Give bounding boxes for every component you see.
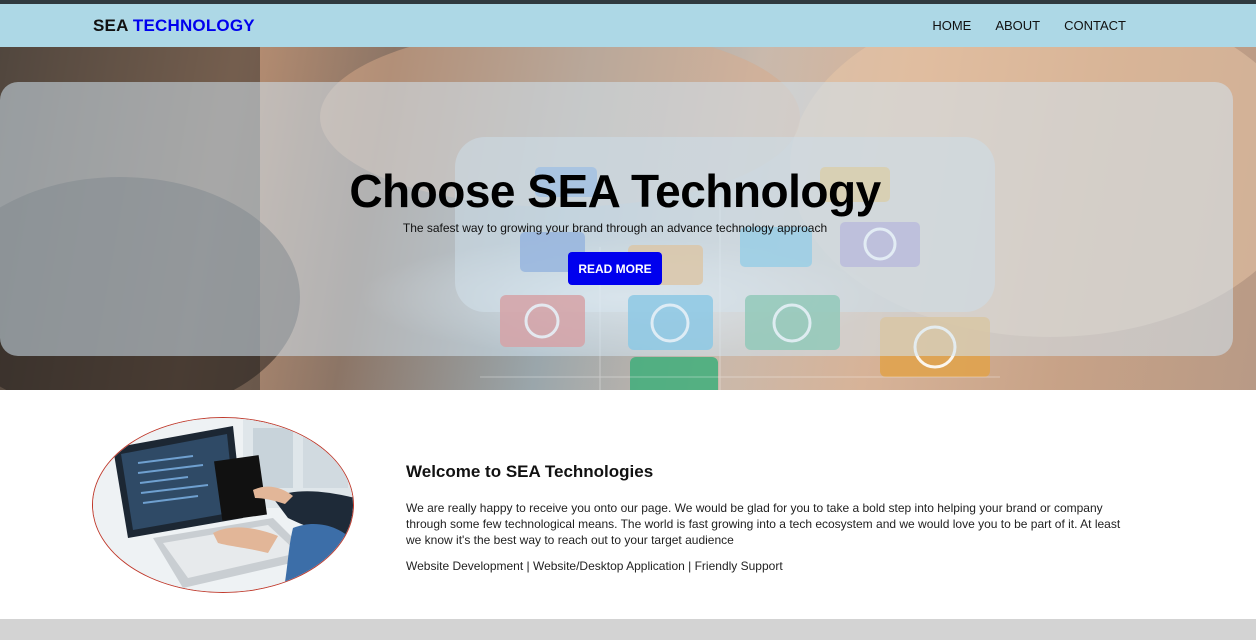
hero-overlay-panel [0,82,1233,356]
computer-workspace-illustration [93,418,353,592]
welcome-title: Welcome to SEA Technologies [406,462,654,481]
nav-contact[interactable]: CONTACT [1064,18,1126,33]
footer-bar [0,619,1256,640]
navbar: SEA TECHNOLOGY HOME ABOUT CONTACT [0,4,1256,47]
welcome-image [92,417,354,593]
main-nav: HOME ABOUT CONTACT [932,18,1126,33]
brand-part-1: SEA [93,16,128,35]
hero-section: Choose SEA Technology The safest way to … [0,47,1256,390]
hero-title: Choose SEA Technology [349,165,881,217]
nav-home[interactable]: HOME [932,18,971,33]
services-list: Website Development | Website/Desktop Ap… [406,559,783,573]
hero-subtitle: The safest way to growing your brand thr… [402,221,828,235]
brand-part-2: TECHNOLOGY [132,16,255,35]
nav-about[interactable]: ABOUT [995,18,1040,33]
read-more-button[interactable]: READ MORE [568,252,662,285]
brand-logo[interactable]: SEA TECHNOLOGY [93,16,255,36]
welcome-text: We are really happy to receive you onto … [406,501,1121,547]
